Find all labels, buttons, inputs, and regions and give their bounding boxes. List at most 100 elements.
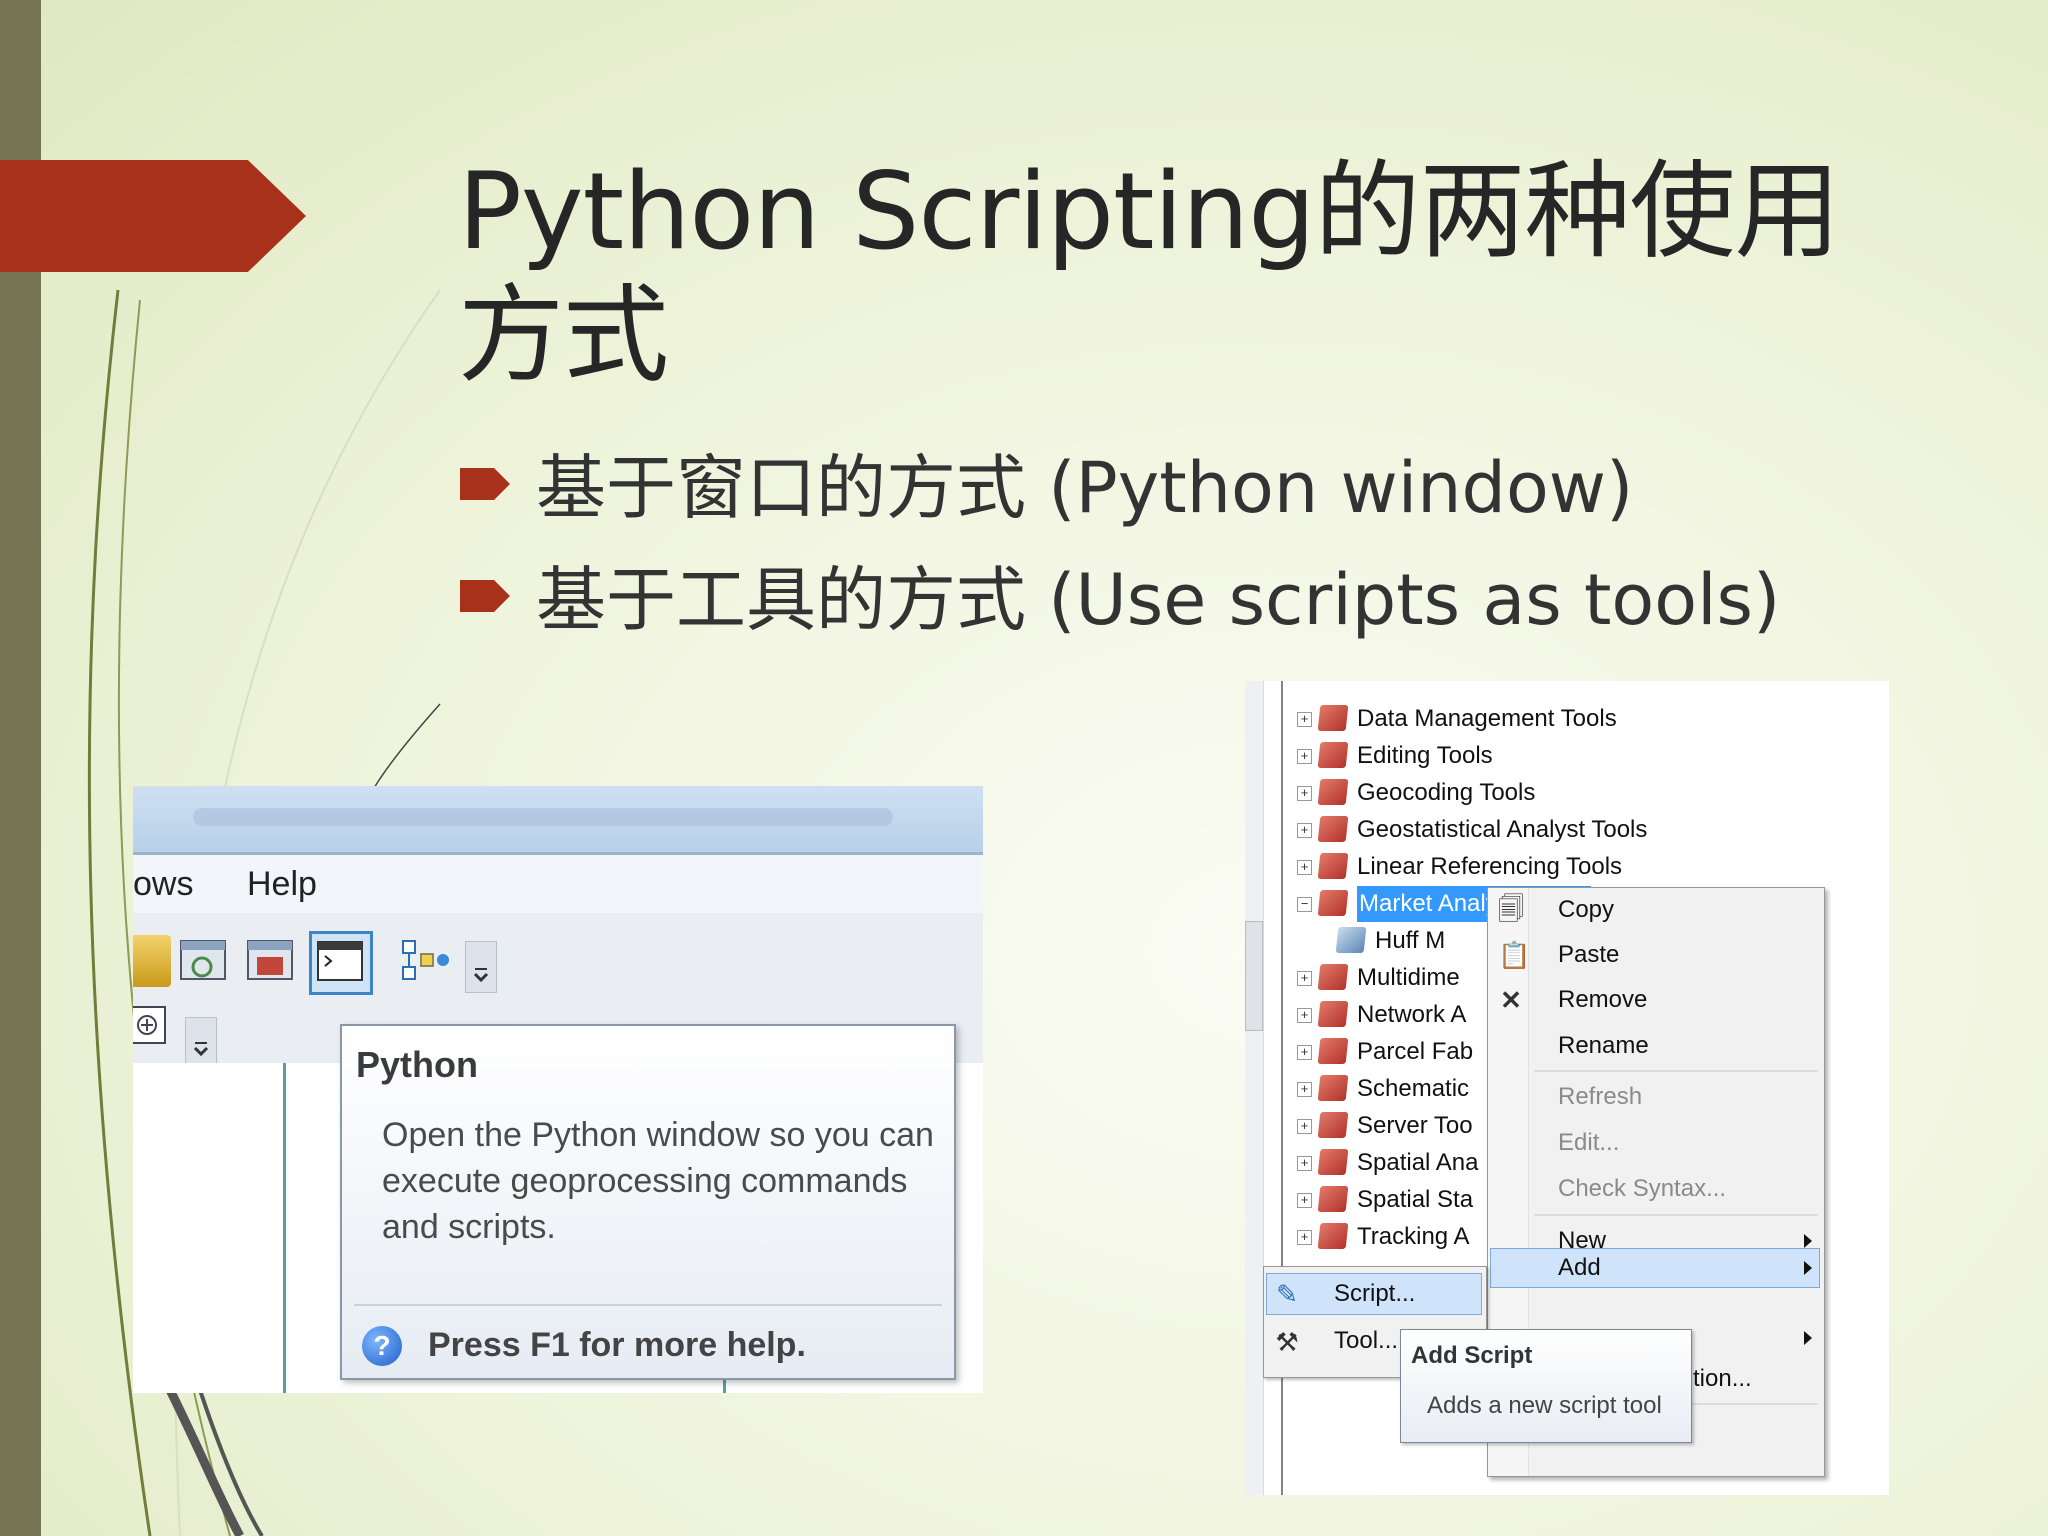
- expand-icon[interactable]: +: [1297, 1008, 1312, 1023]
- tooltip-title: Python: [356, 1044, 478, 1085]
- toolbox-icon: [1317, 1075, 1349, 1101]
- remove-icon: ✕: [1500, 985, 1522, 1015]
- script-icon: ✎: [1276, 1279, 1298, 1309]
- divider: [283, 1063, 286, 1393]
- menu-item-check-syntax[interactable]: Check Syntax...: [1558, 1171, 1726, 1207]
- toolbox-icon: [1317, 1112, 1349, 1138]
- bullet-text: 基于工具的方式 (Use scripts as tools): [536, 559, 1781, 641]
- scrollbar-thumb[interactable]: [1245, 921, 1263, 1031]
- menu-help[interactable]: Help: [247, 865, 317, 904]
- paste-icon: 📋: [1498, 940, 1531, 970]
- menu-separator: [1534, 1214, 1818, 1216]
- menu-item-copy[interactable]: Copy: [1558, 892, 1614, 928]
- add-data-icon[interactable]: [133, 1003, 177, 1055]
- slide-title: Python Scripting的两种使用方式: [458, 150, 1840, 397]
- menu-item-remove[interactable]: Remove: [1558, 982, 1647, 1018]
- toolbox-icon: [1317, 964, 1349, 990]
- menu-item-rename[interactable]: Rename: [1558, 1028, 1649, 1064]
- menu-item-add[interactable]: Add: [1558, 1250, 1601, 1286]
- toolbox-icon: [1317, 1001, 1349, 1027]
- toolbox-icon: [1317, 705, 1349, 731]
- menu-separator: [1534, 1070, 1818, 1072]
- search-window-icon[interactable]: [178, 935, 230, 987]
- expand-icon[interactable]: +: [1297, 786, 1312, 801]
- tooltip-description: Open the Python window so you can execut…: [382, 1116, 934, 1246]
- submenu-arrow-icon: [1804, 1261, 1812, 1275]
- model-builder-icon[interactable]: [399, 935, 451, 987]
- tree-item-label: Huff M: [1375, 927, 1446, 954]
- toolbar-overflow-icon[interactable]: [185, 1017, 217, 1069]
- tooltip-help-text: Press F1 for more help.: [428, 1326, 806, 1364]
- tooltip-description: Adds a new script tool: [1427, 1392, 1662, 1419]
- tree-item-label: Editing Tools: [1357, 742, 1493, 769]
- submenu-arrow-icon: [1804, 1331, 1812, 1345]
- add-script-tooltip: Add Script Adds a new script tool: [1400, 1329, 1692, 1443]
- tree-item-label: Network A: [1357, 1001, 1467, 1028]
- menu-item-add-highlight: [1490, 1248, 1820, 1288]
- tree-item-label: Linear Referencing Tools: [1357, 853, 1623, 880]
- python-window-button[interactable]: [309, 931, 373, 995]
- toolbox-icon: [1317, 779, 1349, 805]
- expand-icon[interactable]: +: [1297, 712, 1312, 727]
- toolbox-icon: [1317, 1186, 1349, 1212]
- expand-icon[interactable]: +: [1297, 1193, 1312, 1208]
- bullet-item: 基于窗口的方式 (Python window): [460, 432, 1780, 544]
- hammer-icon: ⚒: [1275, 1327, 1299, 1357]
- toolbox-icon: [1317, 1038, 1349, 1064]
- submenu-arrow-icon: [1804, 1234, 1812, 1248]
- expand-icon[interactable]: +: [1297, 1045, 1312, 1060]
- bullet-text: 基于窗口的方式 (Python window): [536, 447, 1634, 529]
- menu-item-paste[interactable]: Paste: [1558, 937, 1619, 973]
- tooltip-title: Add Script: [1411, 1342, 1533, 1369]
- menu-item-edit[interactable]: Edit...: [1558, 1125, 1619, 1161]
- menu-windows[interactable]: ows: [133, 865, 193, 904]
- catalog-icon[interactable]: [133, 935, 171, 987]
- tree-item-label: Geostatistical Analyst Tools: [1357, 816, 1648, 843]
- help-icon: ?: [362, 1326, 402, 1366]
- tree-item-label: Spatial Sta: [1357, 1186, 1474, 1213]
- expand-icon[interactable]: +: [1297, 1082, 1312, 1097]
- tree-item-label: Tracking A: [1357, 1223, 1470, 1250]
- expand-icon[interactable]: +: [1297, 1156, 1312, 1171]
- menu-item-partial[interactable]: tion...: [1693, 1361, 1752, 1397]
- bullet-item: 基于工具的方式 (Use scripts as tools): [460, 544, 1780, 656]
- toolbar-overflow-icon[interactable]: [465, 941, 497, 993]
- tree-item-label: Geocoding Tools: [1357, 779, 1536, 806]
- submenu-item-tool[interactable]: Tool...: [1334, 1323, 1398, 1359]
- submenu-item-script[interactable]: Script...: [1334, 1276, 1415, 1312]
- tree-item-label: Parcel Fab: [1357, 1038, 1474, 1065]
- expand-icon[interactable]: +: [1297, 971, 1312, 986]
- toolbox-icon: [1317, 1149, 1349, 1175]
- expand-icon[interactable]: +: [1297, 749, 1312, 764]
- expand-icon[interactable]: +: [1297, 860, 1312, 875]
- scrollbar[interactable]: [1245, 681, 1264, 1495]
- toolbox-icon: [1317, 890, 1349, 916]
- python-tooltip: Python Open the Python window so you can…: [340, 1024, 956, 1380]
- title-arrow-shape: [0, 160, 306, 272]
- window-titlebar: [133, 786, 983, 855]
- bullet-list: 基于窗口的方式 (Python window) 基于工具的方式 (Use scr…: [460, 432, 1780, 656]
- python-window-screenshot: ows Help Python Open the Python window s…: [133, 786, 983, 1393]
- bullet-arrow-icon: [460, 468, 510, 500]
- toolbox-icon: [1317, 816, 1349, 842]
- tree-item-label: Multidime: [1357, 964, 1460, 991]
- tree-item-label: Spatial Ana: [1357, 1149, 1479, 1176]
- toolbox-icon: [1317, 1223, 1349, 1249]
- expand-icon[interactable]: +: [1297, 1230, 1312, 1245]
- tree-item-label: Server Too: [1357, 1112, 1473, 1139]
- script-icon: [1335, 927, 1367, 953]
- collapse-icon[interactable]: −: [1297, 897, 1312, 912]
- tree-item-label: Data Management Tools: [1357, 705, 1617, 732]
- menu-bar: ows Help: [133, 855, 983, 913]
- toolbox-icon: [1317, 742, 1349, 768]
- expand-icon[interactable]: +: [1297, 823, 1312, 838]
- toolbox-icon: [1317, 853, 1349, 879]
- toolbox-icon[interactable]: [245, 935, 297, 987]
- menu-item-refresh[interactable]: Refresh: [1558, 1079, 1642, 1115]
- expand-icon[interactable]: +: [1297, 1119, 1312, 1134]
- bullet-arrow-icon: [460, 580, 510, 612]
- toolbox-screenshot: + Data Management Tools + Editing Tools …: [1245, 681, 1889, 1495]
- tooltip-separator: [354, 1304, 942, 1306]
- blurred-title: [193, 808, 893, 826]
- tree-item-label: Schematic: [1357, 1075, 1470, 1102]
